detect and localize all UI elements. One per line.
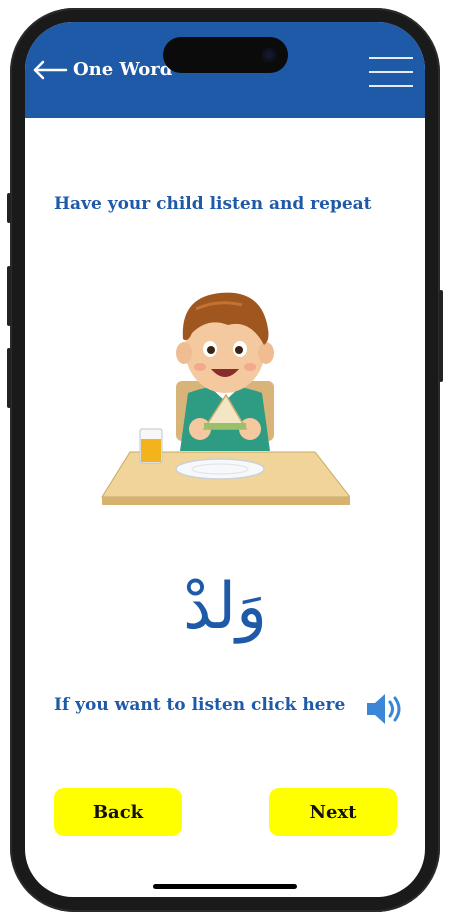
boy-eating-sandwich-image: [100, 269, 352, 509]
home-indicator: [153, 884, 297, 889]
dynamic-island: [163, 37, 288, 73]
speaker-volume-icon[interactable]: [365, 691, 407, 727]
camera-icon: [262, 48, 276, 62]
listen-prompt: If you want to listen click here: [54, 695, 346, 715]
action-button: [7, 193, 11, 223]
hamburger-menu-icon[interactable]: [369, 56, 415, 90]
volume-down-button: [7, 348, 11, 408]
power-button: [439, 290, 443, 382]
volume-up-button: [7, 266, 11, 326]
next-button[interactable]: Next: [269, 788, 397, 836]
back-arrow-icon[interactable]: [32, 60, 68, 80]
page-title: One Word: [73, 59, 173, 80]
instruction-text: Have your child listen and repeat: [54, 194, 372, 214]
arabic-word: وَلدْ: [183, 570, 267, 644]
app-screen: One Word Have your child listen and repe…: [25, 22, 425, 897]
back-button[interactable]: Back: [54, 788, 182, 836]
